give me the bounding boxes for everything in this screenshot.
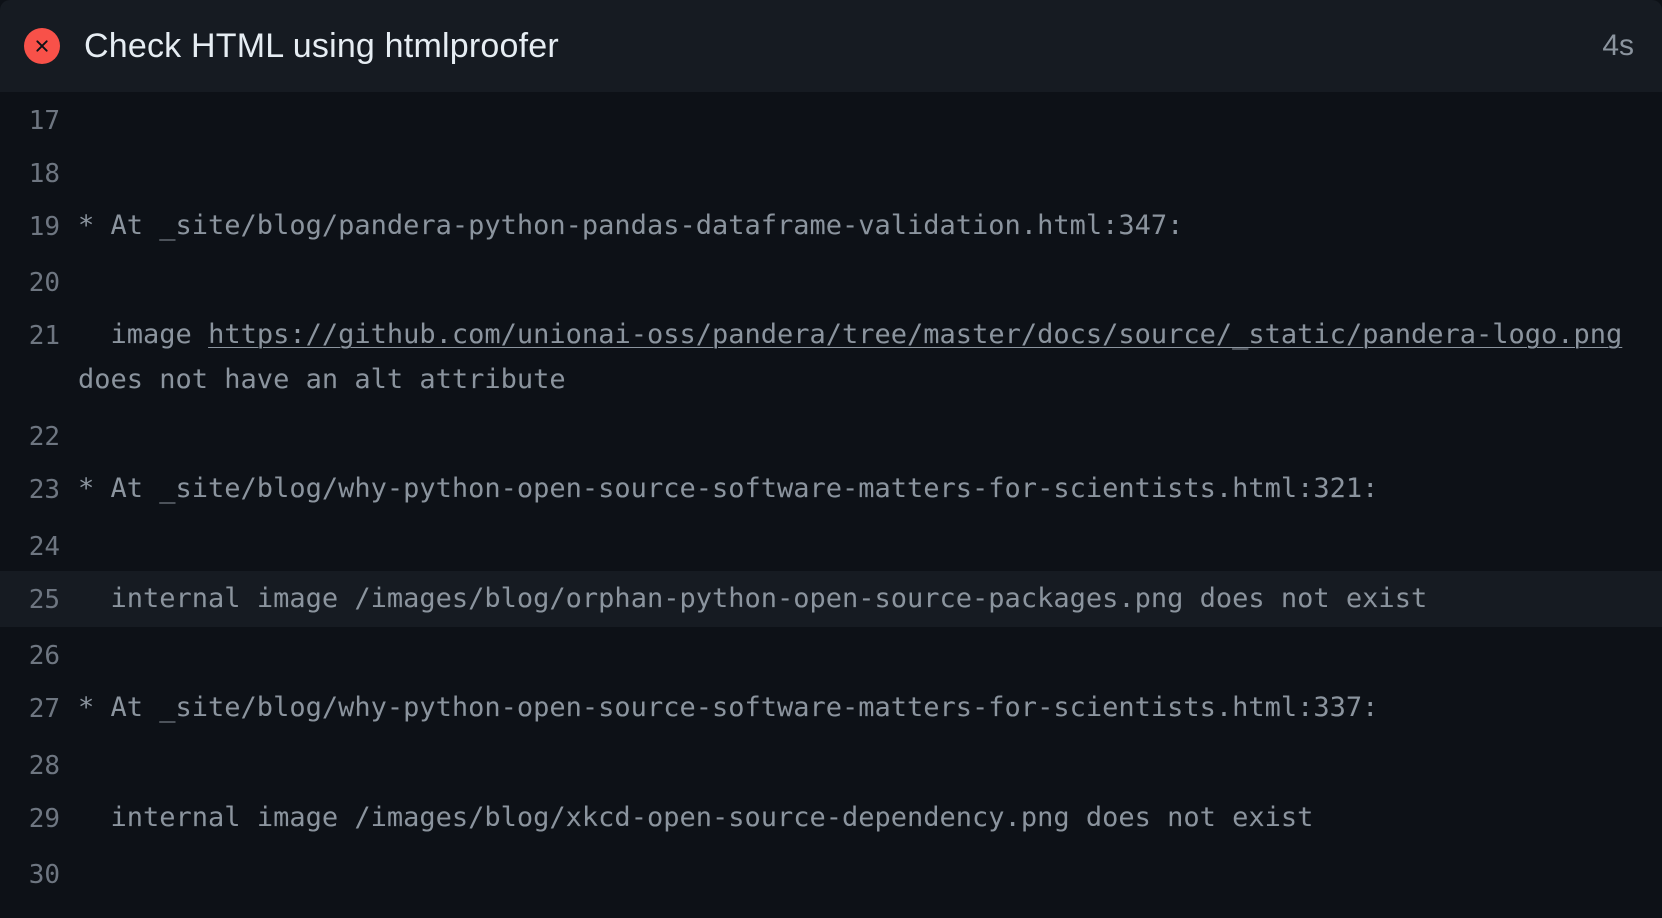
line-content: internal image /images/blog/orphan-pytho… <box>78 573 1662 626</box>
log-line: 20 <box>0 254 1662 307</box>
step-title: Check HTML using htmlproofer <box>84 27 1602 66</box>
line-content <box>78 520 1662 528</box>
status-error-icon <box>24 28 60 64</box>
line-number: 21 <box>0 309 78 358</box>
line-number: 24 <box>0 520 78 569</box>
line-content <box>78 256 1662 264</box>
line-number: 23 <box>0 463 78 512</box>
line-number: 28 <box>0 739 78 788</box>
log-line: 26 <box>0 627 1662 680</box>
step-header[interactable]: Check HTML using htmlproofer 4s <box>0 0 1662 92</box>
line-content <box>78 629 1662 637</box>
line-content <box>78 410 1662 418</box>
line-content <box>78 94 1662 102</box>
log-line: 30 <box>0 846 1662 899</box>
line-number: 17 <box>0 94 78 143</box>
line-content: internal image /images/blog/xkcd-open-so… <box>78 792 1662 845</box>
line-content: * At _site/blog/pandera-python-pandas-da… <box>78 200 1662 253</box>
log-line: 22 <box>0 408 1662 461</box>
step-duration: 4s <box>1602 29 1634 63</box>
log-line: 29 internal image /images/blog/xkcd-open… <box>0 790 1662 847</box>
line-content <box>78 848 1662 856</box>
line-number: 30 <box>0 848 78 897</box>
log-line: 18 <box>0 145 1662 198</box>
log-output[interactable]: 171819* At _site/blog/pandera-python-pan… <box>0 92 1662 918</box>
log-text: image <box>78 319 208 350</box>
line-number: 26 <box>0 629 78 678</box>
line-content: image https://github.com/unionai-oss/pan… <box>78 309 1662 406</box>
line-number: 25 <box>0 573 78 622</box>
line-number: 29 <box>0 792 78 841</box>
line-content: * At _site/blog/why-python-open-source-s… <box>78 463 1662 516</box>
line-content: * At _site/blog/why-python-open-source-s… <box>78 682 1662 735</box>
log-line: 19* At _site/blog/pandera-python-pandas-… <box>0 198 1662 255</box>
log-line: 23* At _site/blog/why-python-open-source… <box>0 461 1662 518</box>
x-icon <box>32 36 52 56</box>
line-number: 18 <box>0 147 78 196</box>
line-number: 20 <box>0 256 78 305</box>
log-line: 21 image https://github.com/unionai-oss/… <box>0 307 1662 408</box>
log-line: 27* At _site/blog/why-python-open-source… <box>0 680 1662 737</box>
log-line: 25 internal image /images/blog/orphan-py… <box>0 571 1662 628</box>
line-number: 22 <box>0 410 78 459</box>
log-line: 17 <box>0 92 1662 145</box>
log-link[interactable]: https://github.com/unionai-oss/pandera/t… <box>208 319 1622 350</box>
line-content <box>78 739 1662 747</box>
log-line: 24 <box>0 518 1662 571</box>
line-number: 19 <box>0 200 78 249</box>
line-content <box>78 147 1662 155</box>
log-line: 28 <box>0 737 1662 790</box>
line-number: 27 <box>0 682 78 731</box>
